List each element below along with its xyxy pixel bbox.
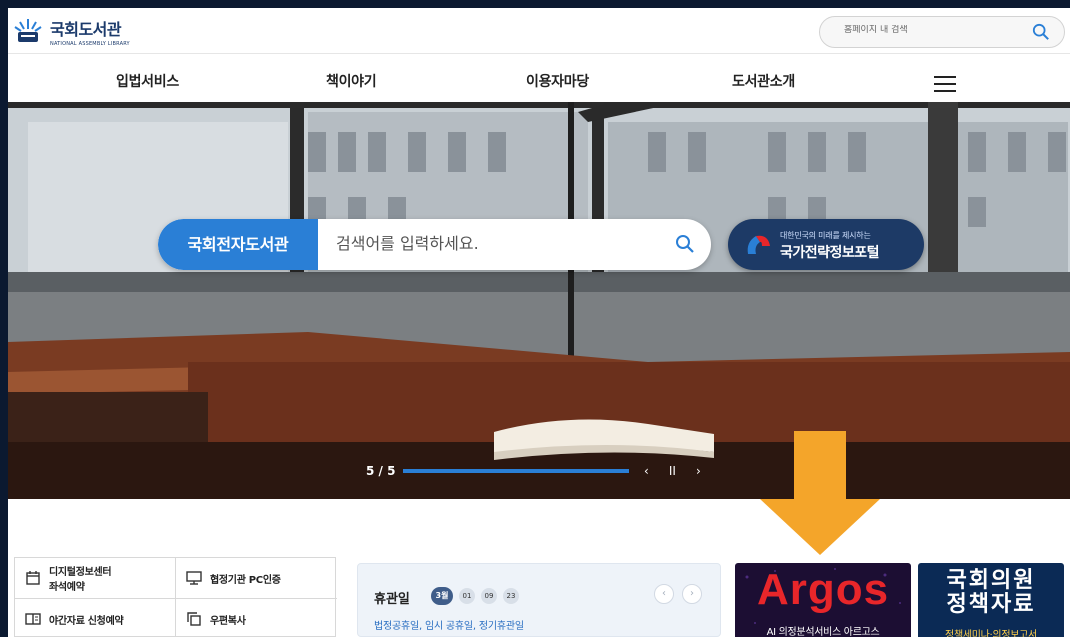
header: 국회도서관 NATIONAL ASSEMBLY LIBRARY: [8, 8, 1070, 54]
holiday-day: 01: [459, 588, 475, 604]
nav-item-books[interactable]: 책이야기: [326, 71, 377, 91]
argos-title: Argos: [756, 565, 890, 614]
nav-item-legislative[interactable]: 입법서비스: [116, 71, 179, 91]
prev-slide-button[interactable]: ‹: [637, 464, 655, 478]
slide-counter: 5 / 5: [366, 464, 396, 478]
holiday-description[interactable]: 법정공휴일, 임시 공휴일, 정기휴관일: [374, 617, 524, 632]
hero-background-image: [8, 102, 1070, 499]
policy-materials-banner[interactable]: 국회의원 정책자료 정책세미나·의정보고서: [918, 563, 1064, 637]
site-search: [819, 16, 1065, 48]
catalog-search-bar: 국회전자도서관: [158, 219, 711, 270]
menu-icon[interactable]: [934, 76, 956, 92]
slider-controls: 5 / 5 ‹ II ›: [366, 464, 707, 478]
holiday-day: 09: [481, 588, 497, 604]
korea-flag-icon: [747, 235, 770, 254]
catalog-search-input[interactable]: [336, 234, 656, 253]
book-icon: [25, 613, 41, 625]
portal-subtitle: 대한민국의 미래를 제시하는: [780, 231, 871, 240]
holiday-prev-button[interactable]: ‹: [654, 584, 674, 604]
site-search-input[interactable]: [844, 25, 1014, 35]
nav-item-about[interactable]: 도서관소개: [732, 71, 795, 91]
holiday-panel: 휴관일 3월 01 09 23 법정공휴일, 임시 공휴일, 정기휴관일 ‹ ›: [357, 563, 721, 637]
quick-link-seat-reservation[interactable]: 디지털정보센터 좌석예약: [15, 558, 175, 598]
site-logo[interactable]: 국회도서관 NATIONAL ASSEMBLY LIBRARY: [12, 15, 130, 47]
page-frame: 국회도서관 NATIONAL ASSEMBLY LIBRARY 입법서비스 책이…: [8, 8, 1070, 637]
quick-link-label: 협정기관 PC인증: [210, 574, 281, 586]
holiday-next-button[interactable]: ›: [682, 584, 702, 604]
slide-progress-fill: [403, 469, 630, 473]
quick-link-label: 야간자료 신청예약: [49, 615, 124, 627]
argos-subtitle: AI 의정분석서비스 아르고스: [766, 627, 880, 637]
quick-link-label: 우편복사: [210, 615, 246, 627]
policy-subtitle: 정책세미나·의정보고서: [945, 630, 1037, 637]
next-slide-button[interactable]: ›: [689, 464, 707, 478]
search-icon[interactable]: [1032, 23, 1050, 41]
quick-link-mail-copy[interactable]: 우편복사: [176, 599, 336, 637]
copy-icon: [187, 612, 201, 626]
strategy-portal-button[interactable]: 대한민국의 미래를 제시하는 국가전략정보포털: [728, 219, 924, 270]
annotation-arrow-icon: [760, 431, 880, 555]
logo-title: 국회도서관: [50, 19, 122, 39]
holiday-day: 23: [503, 588, 519, 604]
quick-link-pc-auth[interactable]: 협정기관 PC인증: [176, 558, 336, 598]
policy-title-line1: 국회의원: [946, 568, 1036, 593]
pause-slide-button[interactable]: II: [663, 464, 681, 478]
nav-item-community[interactable]: 이용자마당: [526, 71, 589, 91]
quick-link-label: 디지털정보센터 좌석예약: [49, 567, 112, 593]
hero-banner: 국회전자도서관 대한민국의 미래를 제시하는 국가전략정보포털 5 / 5 ‹ …: [8, 102, 1070, 499]
monitor-icon: [186, 571, 202, 585]
slide-progress-bar: [403, 469, 630, 473]
main-nav: 입법서비스 책이야기 이용자마당 도서관소개: [8, 54, 1070, 104]
argos-banner[interactable]: Argos AI 의정분석서비스 아르고스: [735, 563, 911, 637]
policy-title-line2: 정책자료: [946, 592, 1036, 617]
holiday-month-badge: 3월: [431, 587, 453, 605]
calendar-icon: [26, 571, 40, 585]
catalog-search-tag[interactable]: 국회전자도서관: [158, 219, 318, 270]
logo-subtitle: NATIONAL ASSEMBLY LIBRARY: [50, 40, 130, 47]
portal-title: 국가전략정보포털: [780, 245, 880, 261]
quick-link-night-materials[interactable]: 야간자료 신청예약: [15, 599, 175, 637]
holiday-title: 휴관일: [374, 592, 410, 607]
quick-links-panel: 디지털정보센터 좌석예약 협정기관 PC인증 야간자료 신청예약 우편복사: [14, 557, 337, 637]
library-logo-icon: [14, 19, 42, 42]
search-icon[interactable]: [675, 234, 695, 254]
